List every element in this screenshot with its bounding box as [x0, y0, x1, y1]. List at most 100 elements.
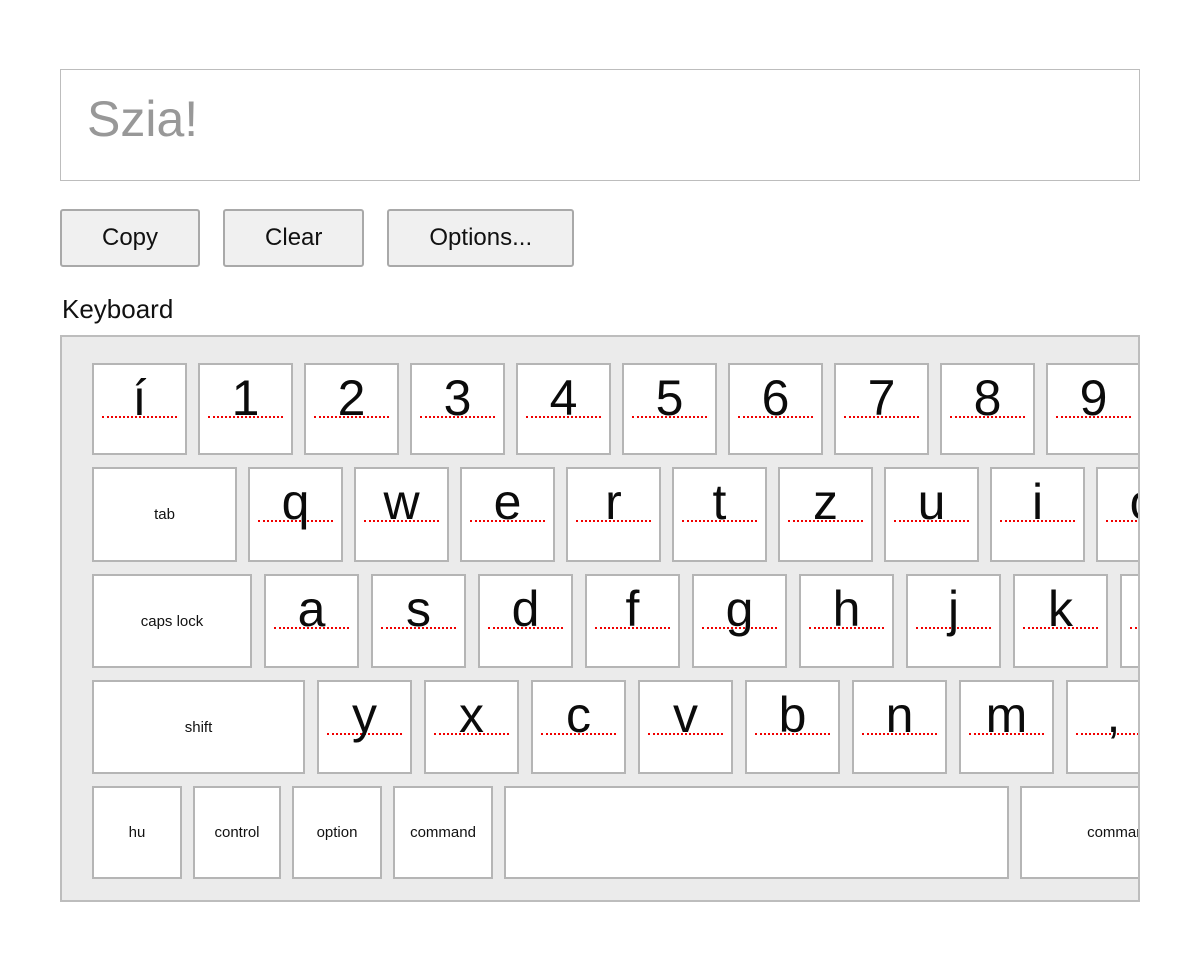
key-label: hu — [129, 824, 146, 841]
key-command-right[interactable]: command — [1020, 786, 1140, 879]
key-glyph: í — [94, 369, 185, 427]
keyboard-row-5: hu control option command command — [92, 786, 1138, 879]
key-glyph: m — [961, 686, 1052, 744]
key-glyph: r — [568, 473, 659, 531]
key-j[interactable]: j — [906, 574, 1001, 668]
key-glyph: 5 — [624, 369, 715, 427]
key-glyph: 2 — [306, 369, 397, 427]
key-b[interactable]: b — [745, 680, 840, 774]
key-t[interactable]: t — [672, 467, 767, 562]
key-iacute[interactable]: í — [92, 363, 187, 455]
key-glyph: 6 — [730, 369, 821, 427]
keyboard-row-3: caps lock asdfghjkl — [92, 574, 1138, 668]
key-8[interactable]: 8 — [940, 363, 1035, 455]
key-label: command — [1087, 824, 1140, 841]
key-glyph: o — [1098, 473, 1140, 531]
key-glyph: , — [1068, 686, 1140, 744]
key-r[interactable]: r — [566, 467, 661, 562]
key-glyph: z — [780, 473, 871, 531]
key-glyph: h — [801, 580, 892, 638]
key-glyph: l — [1122, 580, 1140, 638]
key-option[interactable]: option — [292, 786, 382, 879]
key-f[interactable]: f — [585, 574, 680, 668]
key-7[interactable]: 7 — [834, 363, 929, 455]
key-l[interactable]: l — [1120, 574, 1140, 668]
key-shift[interactable]: shift — [92, 680, 305, 774]
key-label: control — [214, 824, 259, 841]
key-glyph: f — [587, 580, 678, 638]
keyboard-row-2: tab qwertzuio — [92, 467, 1138, 562]
keyboard-row-1: í123456789 — [92, 363, 1138, 455]
key-label: caps lock — [141, 613, 204, 630]
key-space[interactable] — [504, 786, 1009, 879]
key-glyph: n — [854, 686, 945, 744]
key-q[interactable]: q — [248, 467, 343, 562]
key-glyph: i — [992, 473, 1083, 531]
key-command-left[interactable]: command — [393, 786, 493, 879]
key-w[interactable]: w — [354, 467, 449, 562]
key-glyph: 1 — [200, 369, 291, 427]
key-glyph: x — [426, 686, 517, 744]
keyboard-label: Keyboard — [62, 294, 173, 325]
key-glyph: 7 — [836, 369, 927, 427]
key-label: shift — [185, 719, 213, 736]
key-glyph: d — [480, 580, 571, 638]
key-a[interactable]: a — [264, 574, 359, 668]
key-label: command — [410, 824, 476, 841]
keyboard-row-4: shift yxcvbnm, — [92, 680, 1138, 774]
key-glyph: s — [373, 580, 464, 638]
key-v[interactable]: v — [638, 680, 733, 774]
key-d[interactable]: d — [478, 574, 573, 668]
key-comma[interactable]: , — [1066, 680, 1140, 774]
key-glyph: b — [747, 686, 838, 744]
key-label: option — [317, 824, 358, 841]
copy-button[interactable]: Copy — [60, 209, 200, 267]
key-i[interactable]: i — [990, 467, 1085, 562]
key-1[interactable]: 1 — [198, 363, 293, 455]
key-g[interactable]: g — [692, 574, 787, 668]
key-6[interactable]: 6 — [728, 363, 823, 455]
key-label: tab — [154, 506, 175, 523]
key-o[interactable]: o — [1096, 467, 1140, 562]
key-x[interactable]: x — [424, 680, 519, 774]
key-hu[interactable]: hu — [92, 786, 182, 879]
key-glyph: 3 — [412, 369, 503, 427]
key-3[interactable]: 3 — [410, 363, 505, 455]
virtual-keyboard: í123456789 tab qwertzuio caps lock asdfghjkl… — [60, 335, 1140, 902]
key-y[interactable]: y — [317, 680, 412, 774]
key-glyph: c — [533, 686, 624, 744]
key-5[interactable]: 5 — [622, 363, 717, 455]
key-z[interactable]: z — [778, 467, 873, 562]
toolbar: Copy Clear Options... — [60, 209, 574, 267]
clear-button[interactable]: Clear — [223, 209, 364, 267]
key-glyph: 9 — [1048, 369, 1139, 427]
options-button[interactable]: Options... — [387, 209, 574, 267]
key-m[interactable]: m — [959, 680, 1054, 774]
key-tab[interactable]: tab — [92, 467, 237, 562]
key-glyph: q — [250, 473, 341, 531]
key-glyph: a — [266, 580, 357, 638]
key-caps-lock[interactable]: caps lock — [92, 574, 252, 668]
key-2[interactable]: 2 — [304, 363, 399, 455]
page: Copy Clear Options... Keyboard í12345678… — [0, 0, 1200, 972]
key-glyph: g — [694, 580, 785, 638]
key-glyph: u — [886, 473, 977, 531]
key-k[interactable]: k — [1013, 574, 1108, 668]
key-glyph: 4 — [518, 369, 609, 427]
key-h[interactable]: h — [799, 574, 894, 668]
key-4[interactable]: 4 — [516, 363, 611, 455]
key-glyph: k — [1015, 580, 1106, 638]
key-u[interactable]: u — [884, 467, 979, 562]
key-c[interactable]: c — [531, 680, 626, 774]
key-control[interactable]: control — [193, 786, 281, 879]
key-glyph: w — [356, 473, 447, 531]
key-e[interactable]: e — [460, 467, 555, 562]
key-glyph: e — [462, 473, 553, 531]
key-glyph: t — [674, 473, 765, 531]
key-glyph: j — [908, 580, 999, 638]
key-9[interactable]: 9 — [1046, 363, 1140, 455]
key-n[interactable]: n — [852, 680, 947, 774]
key-s[interactable]: s — [371, 574, 466, 668]
text-output-area[interactable] — [60, 69, 1140, 181]
key-glyph: v — [640, 686, 731, 744]
